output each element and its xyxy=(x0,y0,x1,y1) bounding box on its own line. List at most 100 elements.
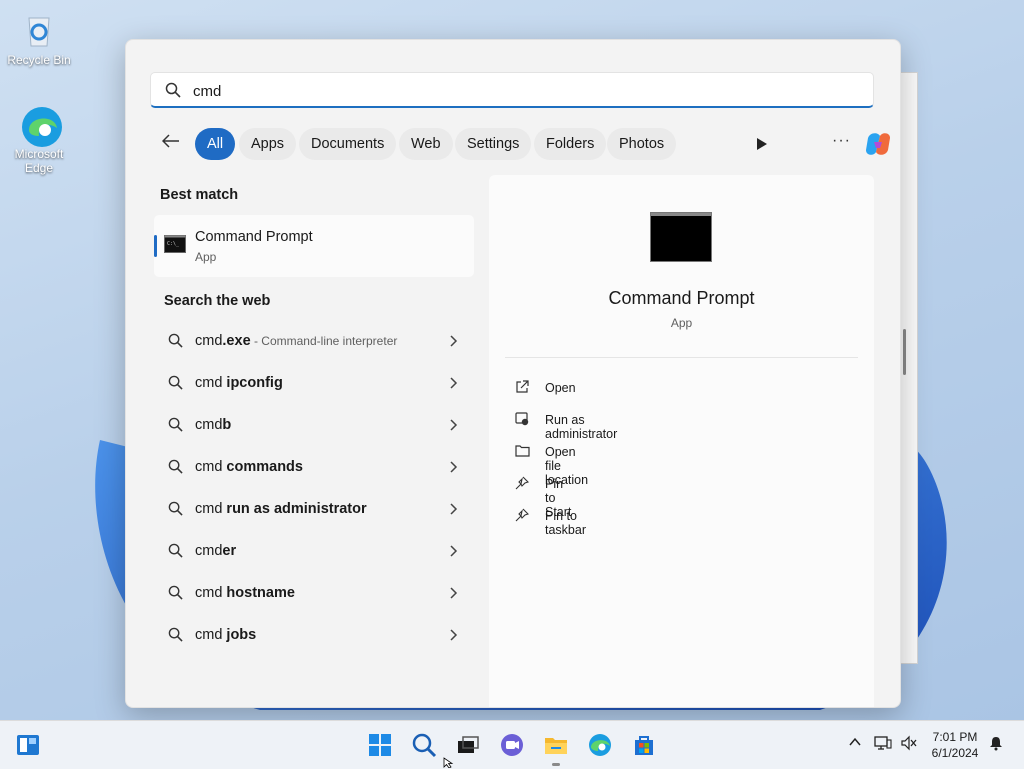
chevron-right-icon xyxy=(450,586,458,604)
filter-folders[interactable]: Folders xyxy=(534,128,607,160)
chevron-right-icon xyxy=(450,376,458,394)
web-suggestion-item[interactable]: cmd ipconfig xyxy=(154,362,474,404)
teams-chat-icon[interactable] xyxy=(498,731,526,759)
command-prompt-icon: C:\_ xyxy=(164,235,186,258)
microsoft-store-icon[interactable] xyxy=(630,731,658,759)
suggestion-completion: er xyxy=(222,543,237,559)
edge-icon xyxy=(19,104,62,147)
suggestion-completion: run as administrator xyxy=(226,501,367,517)
details-pane: Command Prompt App Open Run as administr… xyxy=(489,175,874,707)
volume-muted-icon[interactable] xyxy=(900,735,918,756)
suggestion-prefix: cmd xyxy=(195,375,227,391)
details-title: Command Prompt xyxy=(608,288,755,308)
search-input[interactable] xyxy=(191,79,795,103)
filter-bar: All Apps Documents Web Settings Folders … xyxy=(150,128,890,160)
web-suggestion-item[interactable]: cmd.exe - Command-line interpreter xyxy=(154,320,474,362)
best-match-item[interactable]: C:\_ Command Prompt App xyxy=(154,215,474,277)
search-icon xyxy=(165,82,181,103)
filter-apps[interactable]: Apps xyxy=(239,128,297,160)
search-icon xyxy=(168,459,183,479)
recycle-bin-icon xyxy=(19,10,59,50)
divider xyxy=(505,357,858,358)
suggestion-prefix: cmd xyxy=(195,417,223,433)
search-web-heading: Search the web xyxy=(164,293,271,309)
search-icon xyxy=(168,501,183,521)
best-match-heading: Best match xyxy=(160,187,239,203)
task-view-icon[interactable] xyxy=(454,731,482,759)
suggestion-prefix: cmd xyxy=(195,501,227,517)
details-subtitle: App xyxy=(670,316,693,330)
web-suggestion-item[interactable]: cmdb xyxy=(154,404,474,446)
suggestion-completion: hostname xyxy=(226,585,295,601)
search-icon xyxy=(168,333,183,353)
mouse-cursor-icon xyxy=(443,757,454,768)
filter-settings[interactable]: Settings xyxy=(455,128,532,160)
filter-documents[interactable]: Documents xyxy=(299,128,397,160)
suggestion-completion: .exe xyxy=(222,333,251,349)
play-icon[interactable] xyxy=(756,137,768,156)
clock[interactable]: 7:01 PM 6/1/2024 xyxy=(926,729,984,761)
suggestion-prefix: cmd xyxy=(195,459,227,475)
web-suggestion-item[interactable]: cmd commands xyxy=(154,446,474,488)
chevron-right-icon xyxy=(450,544,458,562)
search-icon xyxy=(168,417,183,437)
more-options-icon[interactable]: ··· xyxy=(832,132,851,150)
start-icon[interactable] xyxy=(366,731,394,759)
chevron-right-icon xyxy=(450,502,458,520)
best-match-name: Command Prompt xyxy=(195,229,313,245)
network-icon[interactable] xyxy=(874,735,892,756)
search-taskbar-icon[interactable] xyxy=(410,731,438,759)
web-suggestion-item[interactable]: cmder xyxy=(154,530,474,572)
widgets-icon[interactable] xyxy=(14,731,42,759)
action-label: Pin to taskbar xyxy=(545,509,586,537)
web-suggestion-item[interactable]: cmd hostname xyxy=(154,572,474,614)
action-label: Open xyxy=(545,381,576,395)
chevron-right-icon xyxy=(450,334,458,352)
desktop-icon-recycle-bin[interactable]: Recycle Bin xyxy=(4,10,74,67)
search-icon xyxy=(168,585,183,605)
web-suggestion-item[interactable]: cmd jobs xyxy=(154,614,474,656)
file-explorer-icon[interactable] xyxy=(542,731,570,759)
filter-all[interactable]: All xyxy=(195,128,236,160)
filter-photos[interactable]: Photos xyxy=(607,128,677,160)
copilot-icon[interactable] xyxy=(862,128,894,165)
pin-icon xyxy=(515,476,530,495)
active-app-indicator xyxy=(552,763,560,766)
suggestion-completion: jobs xyxy=(226,627,257,643)
filter-web[interactable]: Web xyxy=(399,128,453,160)
folder-icon xyxy=(515,444,530,462)
command-prompt-large-icon xyxy=(650,212,712,262)
suggestion-prefix: cmd xyxy=(195,627,227,643)
scrollbar-thumb xyxy=(903,329,906,375)
best-match-type: App xyxy=(195,250,217,264)
suggestion-completion: b xyxy=(222,417,232,433)
clock-time: 7:01 PM xyxy=(932,730,978,744)
back-arrow-icon[interactable] xyxy=(161,134,180,153)
clock-date: 6/1/2024 xyxy=(931,746,979,760)
action-label: Run as administrator xyxy=(545,413,618,441)
web-suggestions: cmd.exe - Command-line interpreter cmd i… xyxy=(154,320,474,656)
suggestion-prefix: cmd xyxy=(195,333,223,349)
notifications-icon[interactable] xyxy=(988,735,1004,756)
edge-taskbar-icon[interactable] xyxy=(586,731,614,759)
chevron-right-icon xyxy=(450,460,458,478)
desktop-icon-label: Microsoft Edge xyxy=(14,147,64,175)
taskbar: 7:01 PM 6/1/2024 xyxy=(0,720,1024,769)
search-icon xyxy=(168,627,183,647)
suggestion-prefix: cmd xyxy=(195,585,227,601)
desktop-icon-edge[interactable]: Microsoft Edge xyxy=(4,104,74,175)
chevron-right-icon xyxy=(450,628,458,646)
suggestion-description: - Command-line interpreter xyxy=(250,334,398,348)
web-suggestion-item[interactable]: cmd run as administrator xyxy=(154,488,474,530)
pin-icon xyxy=(515,508,530,527)
svg-text:C:\_: C:\_ xyxy=(167,241,180,247)
suggestion-prefix: cmd xyxy=(195,543,223,559)
suggestion-completion: commands xyxy=(226,459,303,475)
search-icon xyxy=(168,543,183,563)
chevron-up-icon[interactable] xyxy=(848,735,862,754)
search-panel: All Apps Documents Web Settings Folders … xyxy=(125,39,901,708)
desktop-icon-label: Recycle Bin xyxy=(7,53,71,67)
search-box[interactable] xyxy=(150,72,874,108)
chevron-right-icon xyxy=(450,418,458,436)
suggestion-completion: ipconfig xyxy=(226,375,283,391)
